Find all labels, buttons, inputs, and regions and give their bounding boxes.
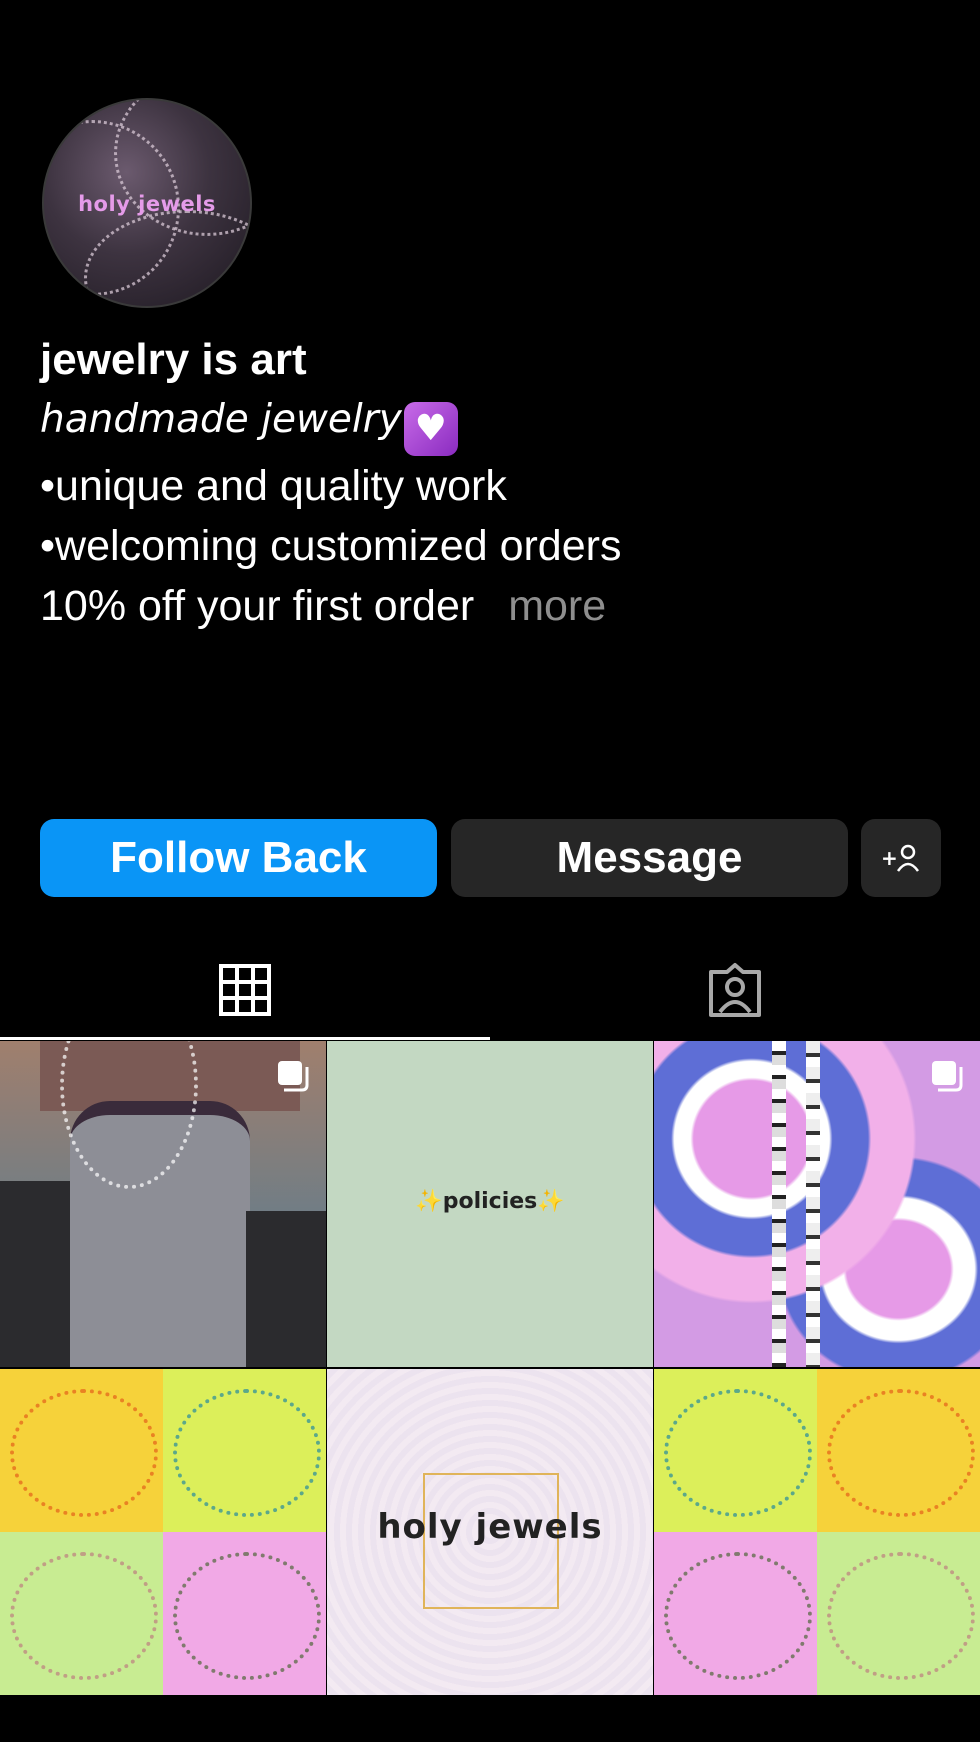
multiple-posts-icon <box>932 1061 963 1092</box>
tab-tagged[interactable] <box>490 940 980 1040</box>
bio-line: handmade jewelry ♥ <box>40 390 940 456</box>
photo-quadrant <box>0 1369 163 1532</box>
photo-quadrant <box>817 1369 980 1532</box>
post-thumbnail[interactable] <box>0 1369 326 1695</box>
more-link[interactable]: more <box>508 582 606 630</box>
photo-quadrant <box>654 1369 817 1532</box>
avatar-logo-text: holy jewels <box>78 192 216 216</box>
add-user-button[interactable]: + <box>861 819 941 897</box>
post-thumbnail[interactable]: ✨policies✨ <box>327 1041 653 1367</box>
bottom-bar <box>0 1695 980 1742</box>
add-person-icon: + <box>881 844 920 872</box>
bio-line: •welcoming customized orders <box>40 522 622 570</box>
post-thumbnail[interactable] <box>654 1369 980 1695</box>
tab-posts[interactable] <box>0 940 490 1040</box>
bio-line-text: 10% off your first order <box>40 582 475 630</box>
heart-emoji-icon: ♥ <box>403 402 458 456</box>
bio-line: •unique and quality work <box>40 462 507 510</box>
photo-quadrant <box>817 1532 980 1695</box>
profile-avatar[interactable]: holy jewels <box>42 98 252 308</box>
photo-quadrant <box>0 1532 163 1695</box>
post-text: holy jewels <box>377 1507 603 1547</box>
message-button[interactable]: Message <box>451 819 848 897</box>
bio-line: 10% off your first order more <box>40 576 940 636</box>
profile-tabs <box>0 940 980 1040</box>
post-text: ✨policies✨ <box>415 1189 565 1214</box>
posts-grid: ✨policies✨ holy jewels <box>0 1041 980 1695</box>
photo-quadrant <box>654 1532 817 1695</box>
post-thumbnail[interactable]: holy jewels <box>327 1369 653 1695</box>
photo-jacket <box>0 1181 70 1367</box>
necklace-strand <box>772 1041 786 1367</box>
photo-quadrant <box>163 1532 326 1695</box>
photo-quadrant <box>163 1369 326 1532</box>
post-thumbnail[interactable] <box>654 1041 980 1367</box>
multiple-posts-icon <box>278 1061 309 1092</box>
bio-line-text: handmade jewelry <box>40 397 402 442</box>
svg-text:+: + <box>881 846 898 870</box>
post-thumbnail[interactable] <box>0 1041 326 1367</box>
tagged-person-icon <box>709 963 761 1017</box>
display-name: jewelry is art <box>40 335 307 384</box>
photo-jacket <box>246 1211 326 1367</box>
profile-bio: jewelry is art handmade jewelry ♥ •unique… <box>40 330 940 636</box>
follow-back-button[interactable]: Follow Back <box>40 819 437 897</box>
grid-icon <box>219 964 271 1016</box>
necklace-strand <box>806 1041 820 1367</box>
